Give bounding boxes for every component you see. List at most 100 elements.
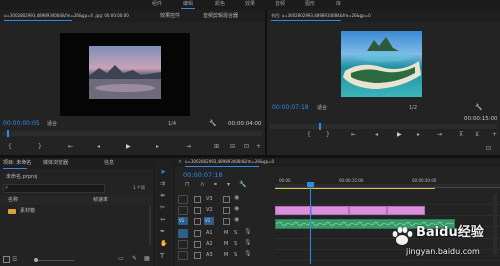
nest-toggle-icon[interactable]: ⊓	[185, 182, 190, 188]
overwrite-icon[interactable]: ⊟	[230, 144, 235, 150]
pen-tool-icon[interactable]: ✒	[160, 228, 168, 236]
video-clip-1[interactable]	[275, 206, 311, 215]
play-icon[interactable]: ▶	[126, 144, 131, 150]
track-label-a3[interactable]: A3	[206, 253, 213, 258]
step-forward-icon[interactable]: ▸	[417, 132, 420, 138]
go-to-out-icon[interactable]: ⇥	[186, 144, 191, 150]
workspace-tab-color[interactable]: 颜色	[215, 2, 225, 7]
play-icon[interactable]: ▶	[397, 132, 402, 138]
timeline-timecode[interactable]: 00:00:07:18	[183, 172, 223, 179]
add-icon[interactable]: +	[256, 144, 261, 150]
insert-icon[interactable]: ⊞	[214, 144, 219, 150]
source-patch-v2[interactable]	[178, 206, 188, 215]
track-label-v3[interactable]: V3	[206, 197, 213, 202]
close-icon[interactable]: ×	[178, 160, 182, 165]
workspace-tab-assembly[interactable]: 组件	[152, 2, 162, 7]
selection-tool-icon[interactable]: ➤	[160, 168, 168, 176]
solo-button[interactable]: S	[234, 242, 237, 247]
project-bin-row[interactable]: 素材箱	[0, 207, 153, 216]
column-fps-header[interactable]: 帧速率	[93, 198, 108, 203]
source-fit-dropdown[interactable]: 适合	[47, 122, 57, 127]
lane-v3[interactable]	[275, 194, 500, 205]
mic-icon[interactable]: 🎙	[244, 229, 252, 235]
clear-icon[interactable]: ▦	[144, 256, 150, 262]
type-tool-icon[interactable]: T	[160, 252, 168, 260]
source-playhead[interactable]	[7, 130, 9, 137]
eye-icon[interactable]: ◉	[234, 195, 239, 201]
lift-icon[interactable]: ⊼	[459, 132, 463, 138]
track-label-a2[interactable]: A2	[206, 242, 213, 247]
export-frame-icon[interactable]: ⊡	[244, 144, 249, 150]
playhead-handle[interactable]	[307, 182, 314, 187]
mute-button[interactable]: M	[224, 242, 228, 247]
timeline-playhead[interactable]	[307, 182, 314, 264]
workspace-tab-libraries[interactable]: 库	[336, 2, 341, 7]
mark-in-icon[interactable]: {	[8, 144, 12, 150]
source-monitor-tab[interactable]: u=3002802993,4898934084&fm=26&gp=0 .jpg:…	[4, 14, 129, 18]
info-tab[interactable]: 信息	[104, 161, 114, 166]
new-bin-icon[interactable]: ▭	[118, 256, 124, 262]
wrench-icon[interactable]: 🔧	[475, 105, 482, 111]
video-clip-4[interactable]	[387, 206, 425, 215]
lock-icon[interactable]	[194, 230, 201, 237]
workspace-tab-audio[interactable]: 音频	[275, 2, 285, 7]
program-fit-dropdown[interactable]: 适合	[317, 106, 327, 111]
track-label-v2[interactable]: V2	[206, 208, 213, 213]
program-monitor-title[interactable]: 节目: u=3002802993,4898934084&fm=26&gp=0	[271, 14, 371, 18]
add-marker-icon[interactable]: ▾	[227, 182, 230, 188]
lock-icon[interactable]	[194, 196, 201, 203]
razor-tool-icon[interactable]: ✂	[160, 204, 168, 212]
track-target-v1[interactable]: V1	[204, 217, 214, 225]
mute-button[interactable]: M	[224, 253, 228, 258]
lock-icon[interactable]	[194, 218, 201, 225]
source-patch-a3[interactable]	[178, 251, 188, 260]
work-area-bar[interactable]	[275, 188, 435, 189]
extract-icon[interactable]: ⊻	[475, 132, 479, 138]
new-item-icon[interactable]: ✎	[132, 256, 137, 262]
source-patch-v3[interactable]	[178, 195, 188, 204]
step-back-icon[interactable]: ◂	[97, 144, 100, 150]
go-to-out-icon[interactable]: ⇥	[437, 132, 442, 138]
eye-icon[interactable]: ◉	[234, 217, 239, 223]
column-name-header[interactable]: 名称	[8, 198, 18, 203]
workspace-tab-effects[interactable]: 效果	[245, 2, 255, 7]
program-scrub-bar[interactable]	[269, 123, 497, 130]
sync-lock-icon[interactable]	[223, 207, 230, 214]
track-select-tool-icon[interactable]: ⇉	[160, 180, 168, 188]
zoom-slider[interactable]	[34, 258, 74, 262]
mic-icon[interactable]: 🎙	[244, 251, 252, 257]
project-scrollbar[interactable]	[149, 206, 151, 246]
timeline-sequence-tab[interactable]: u=3002802993,4898934084&fm=26&gp=0	[185, 160, 274, 164]
go-to-in-icon[interactable]: ⇤	[68, 144, 73, 150]
list-view-icon[interactable]: ☰	[12, 257, 17, 263]
lock-icon[interactable]	[194, 252, 201, 259]
mark-out-icon[interactable]: }	[38, 144, 42, 150]
source-patch-a1[interactable]	[178, 229, 188, 238]
source-timecode-current[interactable]: 00:00:00:05	[3, 121, 40, 127]
source-scrub-bar[interactable]	[2, 130, 262, 137]
video-clip-3[interactable]	[349, 206, 387, 215]
ripple-tool-icon[interactable]: ⇹	[160, 192, 168, 200]
sync-lock-icon[interactable]	[223, 218, 230, 225]
step-back-icon[interactable]: ◂	[375, 132, 378, 138]
workspace-tab-graphics[interactable]: 图形	[305, 2, 315, 7]
hand-tool-icon[interactable]: ✋	[160, 240, 168, 248]
solo-button[interactable]: S	[234, 253, 237, 258]
mute-button[interactable]: M	[224, 231, 228, 236]
media-browser-tab[interactable]: 媒体浏览器	[43, 161, 68, 166]
linked-selection-icon[interactable]: ⚭	[213, 182, 218, 188]
project-tab[interactable]: 项目: 未命名	[3, 161, 31, 166]
sync-lock-icon[interactable]	[223, 196, 230, 203]
workspace-tab-editing[interactable]: 编辑	[183, 2, 193, 7]
wrench-icon[interactable]: 🔧	[209, 121, 216, 127]
lock-icon[interactable]	[194, 241, 201, 248]
export-frame-icon[interactable]: ⊡	[486, 146, 491, 152]
program-timecode-current[interactable]: 00:00:07:18	[272, 105, 309, 111]
program-playhead[interactable]	[319, 123, 321, 130]
program-scale-dropdown[interactable]: 1/2	[409, 106, 417, 111]
zoom-slider-handle[interactable]	[34, 258, 38, 262]
source-patch-a2[interactable]	[178, 240, 188, 249]
project-search-input[interactable]: ⌕	[3, 184, 105, 193]
step-forward-icon[interactable]: ▸	[156, 144, 159, 150]
mark-in-icon[interactable]: {	[307, 132, 311, 138]
